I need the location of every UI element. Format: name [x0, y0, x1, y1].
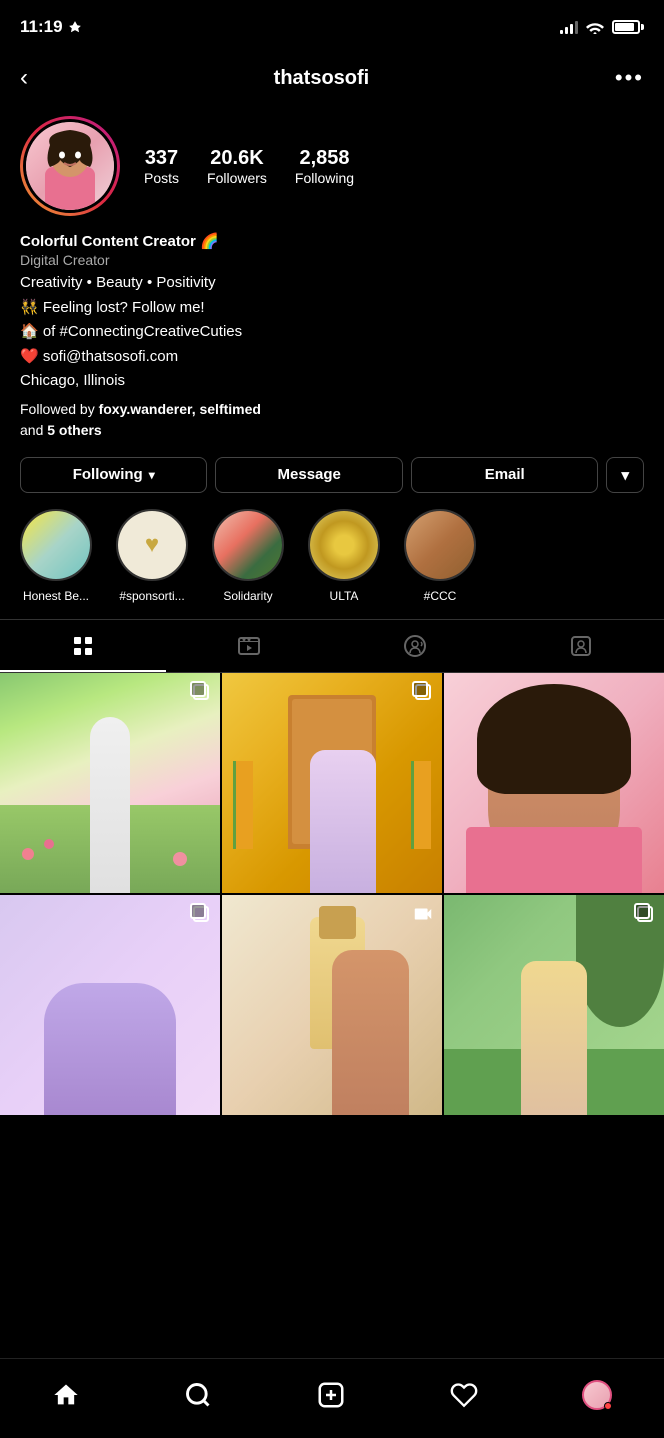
action-buttons: Following ▾ Message Email ▾: [0, 457, 664, 509]
multi-post-icon-1: [190, 681, 212, 703]
search-icon: [184, 1381, 212, 1409]
following-stat[interactable]: 2,858 Following: [295, 147, 354, 186]
posts-stat[interactable]: 337 Posts: [144, 147, 179, 186]
back-button[interactable]: ‹: [20, 64, 28, 92]
content-tabs: [0, 619, 664, 673]
posts-label: Posts: [144, 170, 179, 186]
dropdown-button[interactable]: ▾: [606, 457, 644, 493]
highlight-label-5: #CCC: [400, 589, 480, 603]
highlight-item-1[interactable]: Honest Be...: [16, 509, 96, 603]
display-name: Colorful Content Creator 🌈: [20, 232, 644, 250]
profile-top: 337 Posts 20.6K Followers 2,858 Followin…: [20, 116, 644, 216]
location-icon: [68, 20, 82, 34]
following-label: Following: [295, 170, 354, 186]
nav-profile-avatar: [582, 1380, 612, 1410]
avatar[interactable]: [20, 116, 120, 216]
highlight-circle-1: [20, 509, 92, 581]
reels-icon: [237, 634, 261, 658]
status-icons: [560, 20, 644, 34]
highlight-circle-5: [404, 509, 476, 581]
highlight-item-4[interactable]: ULTA: [304, 509, 384, 603]
highlight-circle-2: ♥: [116, 509, 188, 581]
tab-reels[interactable]: [166, 620, 332, 672]
bio-line-1: Creativity • Beauty • Positivity: [20, 272, 644, 295]
reel-icon-5: [412, 903, 434, 930]
tagged-icon: [569, 634, 593, 658]
bio-line-2: 👯 Feeling lost? Follow me!: [20, 297, 644, 320]
time-display: 11:19: [20, 17, 63, 37]
nav-activity[interactable]: [450, 1381, 478, 1409]
highlight-label-2: #sponsorti...: [112, 589, 192, 603]
nav-profile[interactable]: [582, 1380, 612, 1410]
photo-grid: [0, 673, 664, 1115]
notification-dot: [604, 1402, 612, 1410]
tab-collab[interactable]: [332, 620, 498, 672]
grid-item-4[interactable]: [0, 895, 220, 1115]
profile-stats: 337 Posts 20.6K Followers 2,858 Followin…: [144, 147, 354, 186]
chevron-down-icon: ▾: [621, 466, 629, 484]
collab-icon: [403, 634, 427, 658]
bio-line-3: 🏠 of #ConnectingCreativeCuties: [20, 321, 644, 344]
bottom-nav: [0, 1358, 664, 1438]
bio-category: Digital Creator: [20, 252, 644, 268]
grid-item-1[interactable]: [0, 673, 220, 893]
bio-line-5: Chicago, Illinois: [20, 370, 644, 393]
chevron-down-icon: ▾: [149, 468, 155, 482]
highlight-item-3[interactable]: Solidarity: [208, 509, 288, 603]
followers-label: Followers: [207, 170, 267, 186]
multi-post-icon-4: [190, 903, 212, 925]
followed-by-users: foxy.wanderer, selftimed: [99, 401, 261, 417]
message-button[interactable]: Message: [215, 457, 402, 493]
grid-icon: [71, 634, 95, 658]
followed-by: Followed by foxy.wanderer, selftimed and…: [20, 399, 644, 441]
tab-grid[interactable]: [0, 620, 166, 672]
nav-search[interactable]: [184, 1381, 212, 1409]
battery-icon: [612, 20, 644, 34]
status-bar: 11:19: [0, 0, 664, 50]
username-title: thatsosofi: [274, 67, 370, 90]
highlight-item-2[interactable]: ♥ #sponsorti...: [112, 509, 192, 603]
highlight-item-5[interactable]: #CCC: [400, 509, 480, 603]
highlight-circle-3: [212, 509, 284, 581]
followers-stat[interactable]: 20.6K Followers: [207, 147, 267, 186]
top-nav: ‹ thatsosofi •••: [0, 50, 664, 106]
wifi-icon: [586, 20, 604, 34]
profile-section: 337 Posts 20.6K Followers 2,858 Followin…: [0, 106, 664, 216]
avatar-person-svg: [30, 125, 110, 210]
nav-home[interactable]: [52, 1381, 80, 1409]
heart-icon: [450, 1381, 478, 1409]
nav-add[interactable]: [316, 1380, 346, 1410]
status-time: 11:19: [20, 17, 82, 37]
grid-item-3[interactable]: [444, 673, 664, 893]
bio-line-4[interactable]: ❤️ sofi@thatsosofi.com: [20, 346, 644, 369]
highlight-label-1: Honest Be...: [16, 589, 96, 603]
following-count: 2,858: [295, 147, 354, 170]
multi-post-icon-2: [412, 681, 434, 703]
grid-item-2[interactable]: [222, 673, 442, 893]
email-button[interactable]: Email: [411, 457, 598, 493]
highlights-row: Honest Be... ♥ #sponsorti... Solidarity …: [0, 509, 664, 619]
avatar-image: [26, 122, 114, 210]
followers-count: 20.6K: [207, 147, 267, 170]
tab-tagged[interactable]: [498, 620, 664, 672]
signal-icon: [560, 20, 578, 34]
multi-post-icon-6: [634, 903, 656, 925]
followed-by-count: 5 others: [47, 422, 101, 438]
home-icon: [52, 1381, 80, 1409]
posts-count: 337: [144, 147, 179, 170]
grid-item-6[interactable]: [444, 895, 664, 1115]
bio-section: Colorful Content Creator 🌈 Digital Creat…: [0, 232, 664, 457]
highlight-circle-4: [308, 509, 380, 581]
more-options-button[interactable]: •••: [615, 65, 644, 91]
highlight-label-4: ULTA: [304, 589, 384, 603]
add-icon: [316, 1380, 346, 1410]
grid-item-5[interactable]: [222, 895, 442, 1115]
highlight-label-3: Solidarity: [208, 589, 288, 603]
following-button[interactable]: Following ▾: [20, 457, 207, 493]
